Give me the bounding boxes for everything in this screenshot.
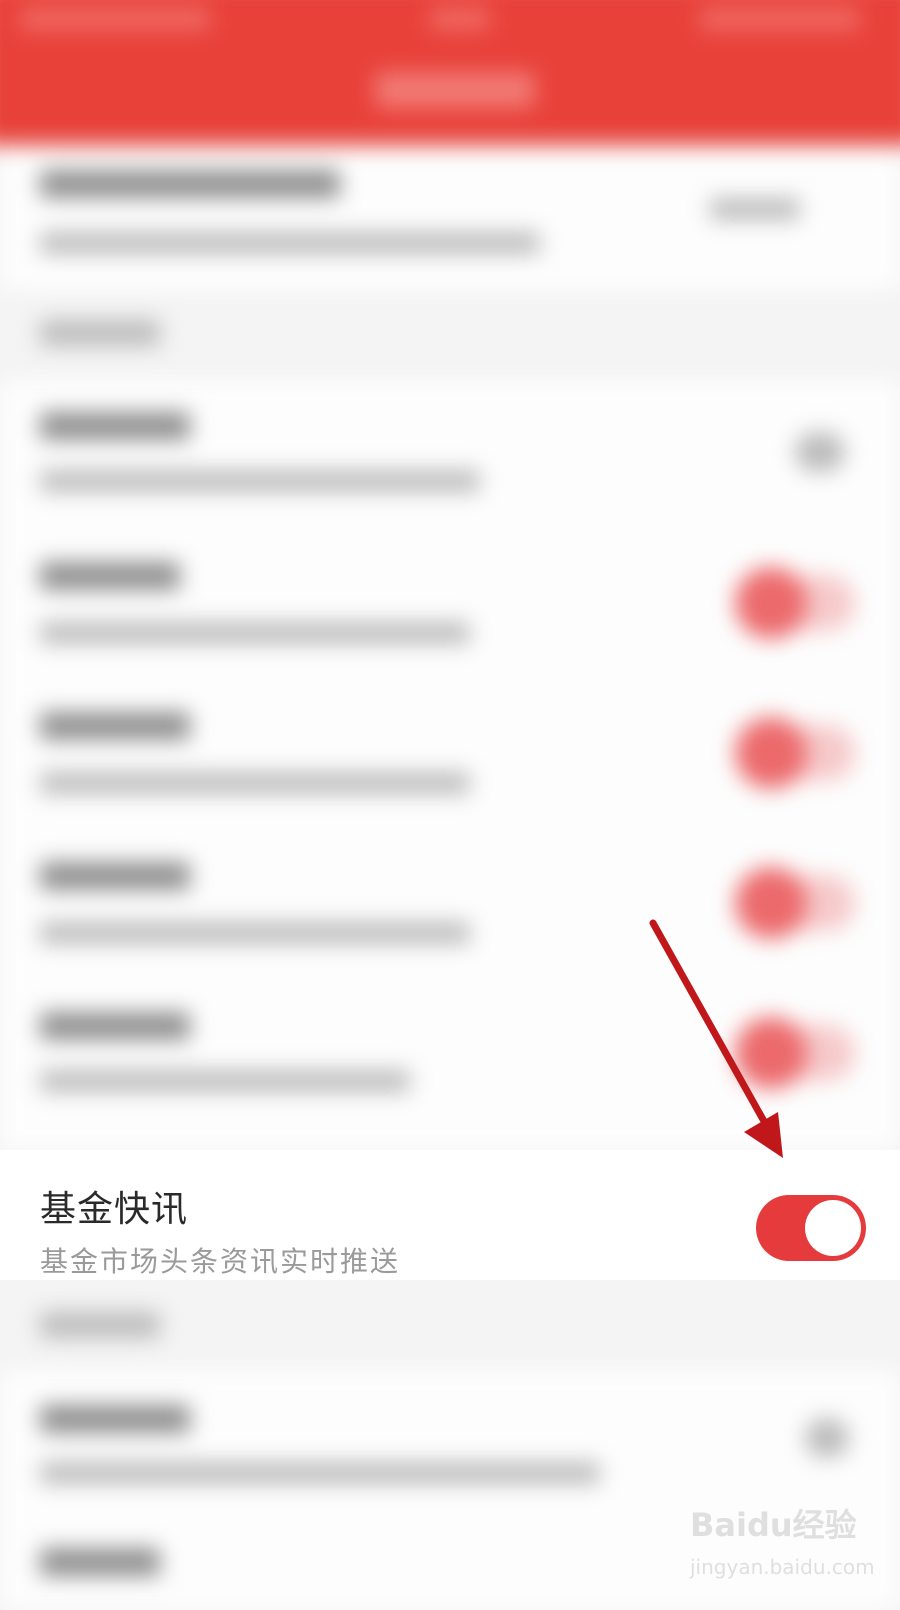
status-bar-left xyxy=(20,8,210,30)
toggle-knob xyxy=(805,1200,861,1256)
header-title xyxy=(375,72,535,108)
watermark-url: jingyan.baidu.com xyxy=(690,1555,875,1579)
watermark-logo: Baidu经验 xyxy=(690,1506,857,1544)
setting-title: 基金快讯 xyxy=(40,1189,189,1230)
fund-news-toggle[interactable] xyxy=(756,1195,866,1261)
blurred-background xyxy=(0,0,900,1610)
status-bar-center xyxy=(430,8,490,30)
status-bar-right xyxy=(700,8,860,30)
setting-subtitle: 基金市场头条资讯实时推送 xyxy=(40,1245,401,1278)
watermark: Baidu经验 jingyan.baidu.com xyxy=(690,1500,890,1590)
